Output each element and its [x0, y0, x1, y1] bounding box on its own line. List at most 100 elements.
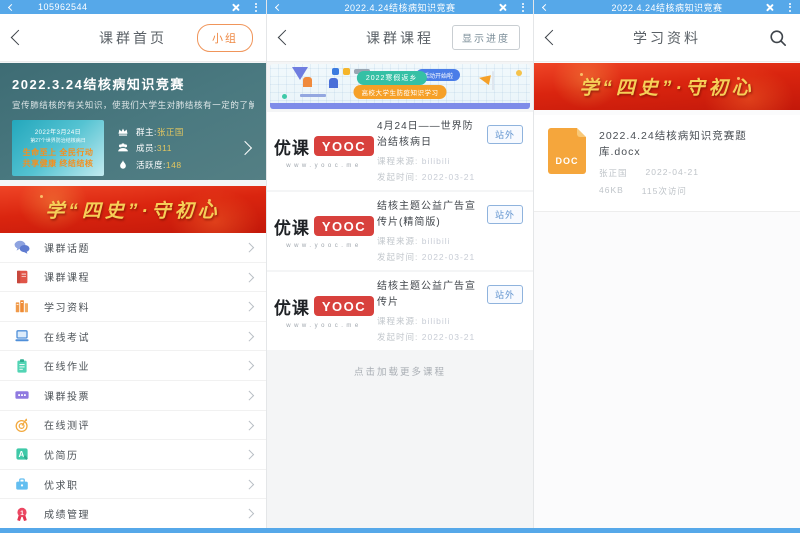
back-button[interactable] [545, 30, 561, 46]
status-bar-title: 2022.4.24结核病知识竞赛 [267, 1, 533, 14]
menu-item-topics[interactable]: 课群话题 [0, 233, 266, 263]
group-title: 2022.3.24结核病知识竞赛 [12, 74, 254, 93]
thumb-date: 2022年3月24日 [12, 127, 104, 136]
load-more-button[interactable]: 点击加载更多课程 [267, 352, 533, 392]
group-menu: 课群话题 课群课程 学习资料 在线考试 在线作业 [0, 233, 266, 529]
yooc-logo: 优课YOOC www.yooc.me [271, 214, 377, 249]
thumb-slogan-line2: 共享健康 终结结核 [12, 158, 104, 169]
banner-pill-2: 高校大学生防疫知识学习 [354, 85, 447, 99]
menu-item-job[interactable]: 优求职 [0, 470, 266, 500]
promo-banner-sishi[interactable]: 学“四史”·守初心 [534, 63, 800, 110]
panel-group-courses: 2022.4.24结核病知识竞赛 课群课程 显示进度 活动开始啦 2022寒假返… [267, 0, 533, 533]
course-source: 课程来源: bilibili [377, 235, 523, 247]
banner-decoration [516, 70, 522, 76]
course-title: 结核主题公益广告宣传片(精简版) [377, 199, 482, 230]
banner-person [302, 76, 312, 96]
back-icon[interactable] [8, 3, 15, 10]
status-bar-title: 105962544 [38, 2, 88, 12]
yooc-logo: 优课YOOC www.yooc.me [271, 134, 377, 169]
search-button[interactable] [769, 29, 787, 47]
banner-person [328, 77, 338, 97]
chevron-right-icon [244, 420, 253, 429]
file-meta-row1: 张正国 2022-04-21 [599, 167, 786, 179]
file-author: 张正国 [599, 167, 628, 179]
members-value: 311 [157, 143, 172, 153]
external-badge: 站外 [487, 205, 523, 224]
banner-slogan: 学“四史”·守初心 [579, 73, 754, 100]
panel-study-materials: 2022.4.24结核病知识竞赛 学习资料 学“四史”·守初心 DOC [534, 0, 800, 533]
chevron-right-icon[interactable] [238, 141, 252, 155]
page-title: 学习资料 [574, 28, 760, 48]
svg-text:A: A [19, 450, 25, 459]
more-icon[interactable] [522, 3, 524, 12]
course-source: 课程来源: bilibili [377, 155, 523, 167]
briefcase-icon [14, 476, 30, 492]
course-item[interactable]: 优课YOOC www.yooc.me 结核主题公益广告宣传片(精简版) 站外 课… [267, 192, 533, 270]
banner-slogan: 学“四史”·守初心 [45, 196, 220, 223]
menu-item-resume[interactable]: A 优简历 [0, 440, 266, 470]
group-button[interactable]: 小组 [197, 24, 253, 52]
course-item[interactable]: 优课YOOC www.yooc.me 4月24日——世界防治结核病日 站外 课程… [267, 112, 533, 190]
menu-item-courses[interactable]: 课群课程 [0, 263, 266, 293]
book-icon [14, 269, 30, 285]
menu-item-exams[interactable]: 在线考试 [0, 322, 266, 352]
laptop-icon [14, 328, 30, 344]
promo-banner-sishi[interactable]: 学“四史”·守初心 [0, 186, 266, 233]
menu-item-materials[interactable]: 学习资料 [0, 292, 266, 322]
menu-item-votes[interactable]: 课群投票 [0, 381, 266, 411]
nav-bar: 课群首页 小组 [0, 14, 266, 62]
menu-item-assessment[interactable]: 在线测评 [0, 411, 266, 441]
medal-icon: 1 [14, 506, 30, 522]
doc-file-icon: DOC [548, 128, 586, 174]
yooc-logo: 优课YOOC www.yooc.me [271, 294, 377, 329]
course-start-time: 发起时间: 2022-03-21 [377, 251, 523, 263]
owner-value: 张正国 [157, 126, 184, 138]
chevron-right-icon [244, 391, 253, 400]
group-stats: 群主: 张正国 成员: 311 活跃度: 148 [117, 121, 234, 175]
course-source: 课程来源: bilibili [377, 315, 523, 327]
more-icon[interactable] [255, 3, 257, 12]
chevron-right-icon [244, 331, 253, 340]
close-icon[interactable] [231, 3, 240, 12]
svg-text:1: 1 [20, 510, 24, 517]
clipboard-icon [14, 358, 30, 374]
status-bar: 2022.4.24结核病知识竞赛 [534, 0, 800, 14]
search-icon [769, 29, 787, 47]
chevron-right-icon [244, 361, 253, 370]
group-info-card[interactable]: 2022.3.24结核病知识竞赛 宣传肺结核的有关知识，使我们大学生对肺结核有一… [0, 63, 266, 180]
books-icon [14, 298, 30, 314]
close-icon[interactable] [498, 3, 507, 12]
group-carousel-thumbnail[interactable]: 2022年3月24日 第27个世界防治结核病日 生命至上 全民行动 共享健康 终… [12, 120, 104, 176]
target-icon [14, 417, 30, 433]
crown-icon [117, 126, 129, 138]
file-date: 2022-04-21 [646, 167, 699, 179]
chevron-right-icon [244, 450, 253, 459]
activity-label: 活跃度: [136, 159, 166, 171]
more-icon[interactable] [789, 3, 791, 12]
group-subtitle: 宣传肺结核的有关知识，使我们大学生对肺结核有一定的了解，… [12, 99, 254, 111]
menu-item-grades[interactable]: 1 成绩管理 [0, 499, 266, 529]
show-progress-button[interactable]: 显示进度 [452, 25, 520, 50]
course-promo-banner[interactable]: 活动开始啦 2022寒假返乡 高校大学生防疫知识学习 [270, 64, 530, 109]
banner-decoration [40, 195, 43, 198]
chevron-right-icon [244, 243, 253, 252]
thumb-subtitle: 第27个世界防治结核病日 [12, 137, 104, 144]
owner-label: 群主: [136, 126, 157, 138]
nav-bar: 课群课程 显示进度 [267, 14, 533, 62]
menu-item-homework[interactable]: 在线作业 [0, 351, 266, 381]
close-icon[interactable] [765, 3, 774, 12]
file-name: 2022.4.24结核病知识竞赛题库.docx [599, 129, 786, 161]
status-bar-title: 2022.4.24结核病知识竞赛 [534, 1, 800, 14]
course-title: 4月24日——世界防治结核病日 [377, 119, 482, 150]
external-badge: 站外 [487, 125, 523, 144]
course-title: 结核主题公益广告宣传片 [377, 279, 482, 310]
file-item[interactable]: DOC 2022.4.24结核病知识竞赛题库.docx 张正国 2022-04-… [534, 115, 800, 212]
thumb-slogan-line1: 生命至上 全民行动 [12, 147, 104, 158]
back-button[interactable] [278, 30, 294, 46]
file-size: 46KB [599, 185, 624, 197]
external-badge: 站外 [487, 285, 523, 304]
back-button[interactable] [11, 30, 27, 46]
file-visits: 115次访问 [642, 185, 687, 197]
empty-area [534, 212, 800, 533]
course-item[interactable]: 优课YOOC www.yooc.me 结核主题公益广告宣传片 站外 课程来源: … [267, 272, 533, 350]
